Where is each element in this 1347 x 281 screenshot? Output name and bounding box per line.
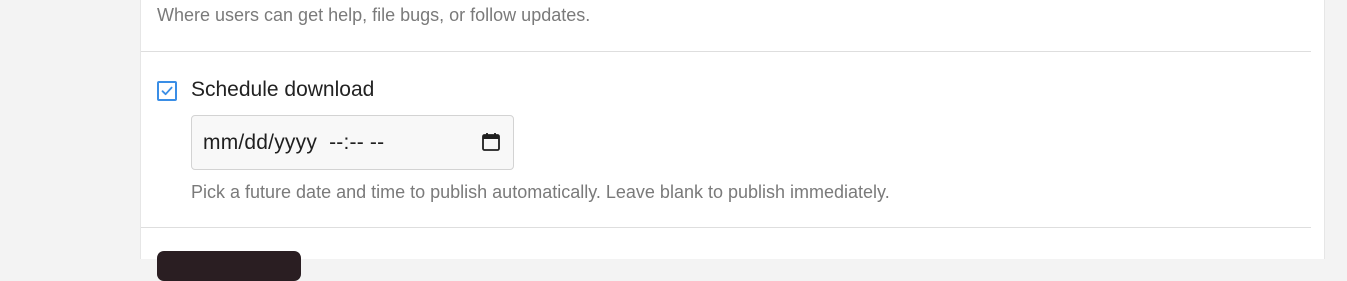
schedule-datetime-input[interactable]: mm/dd/yyyy --:-- -- (191, 115, 514, 170)
check-icon (161, 86, 173, 96)
schedule-download-checkbox[interactable] (157, 81, 177, 101)
schedule-download-label[interactable]: Schedule download (191, 78, 374, 102)
section-divider (141, 51, 1311, 52)
support-help-text: Where users can get help, file bugs, or … (157, 5, 591, 25)
submit-button[interactable] (157, 251, 301, 281)
datetime-placeholder: mm/dd/yyyy --:-- -- (203, 131, 385, 154)
form-panel: Where users can get help, file bugs, or … (140, 0, 1325, 281)
calendar-icon[interactable] (481, 132, 501, 152)
section-divider-bottom (141, 227, 1311, 228)
schedule-help-text: Pick a future date and time to publish a… (191, 182, 890, 202)
